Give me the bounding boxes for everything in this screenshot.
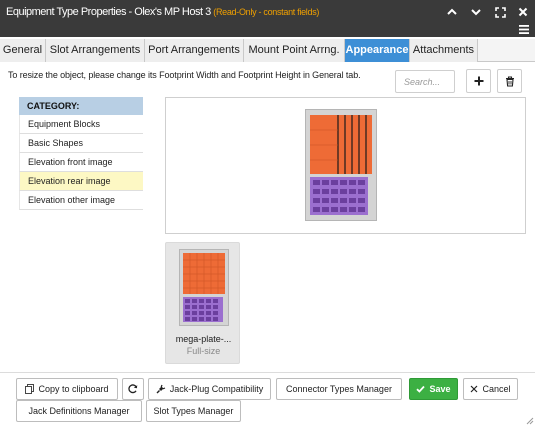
thumbnail-name: mega-plate-...	[175, 334, 232, 344]
preview-image	[305, 109, 377, 221]
tab-mount-point-arrangements[interactable]: Mount Point Arrng.	[244, 39, 345, 62]
close-icon[interactable]	[515, 4, 531, 20]
thumbnail-size: Full-size	[186, 346, 221, 356]
tab-attachments[interactable]: Attachments	[410, 39, 478, 62]
refresh-button[interactable]	[122, 378, 144, 400]
category-item-equipment-blocks[interactable]: Equipment Blocks	[19, 115, 143, 134]
category-item-basic-shapes[interactable]: Basic Shapes	[19, 134, 143, 153]
copy-to-clipboard-button[interactable]: Copy to clipboard	[16, 378, 118, 400]
trash-icon	[505, 75, 514, 87]
category-header: CATEGORY:	[19, 97, 143, 115]
thumbnail-image	[179, 249, 229, 326]
chevron-down-icon[interactable]	[468, 4, 484, 20]
image-preview-panel	[165, 97, 526, 234]
check-icon	[416, 385, 426, 393]
add-button[interactable]	[466, 69, 491, 93]
footer-divider	[0, 372, 535, 373]
save-button[interactable]: Save	[409, 378, 458, 400]
jack-plug-compatibility-button[interactable]: Jack-Plug Compatibility	[148, 378, 271, 400]
tab-slot-arrangements[interactable]: Slot Arrangements	[46, 39, 145, 62]
delete-button[interactable]	[497, 69, 522, 93]
save-label: Save	[429, 384, 451, 394]
title-bar: Equipment Type Properties - Olex's MP Ho…	[0, 0, 535, 37]
readonly-note: (Read-Only - constant fields)	[213, 7, 320, 17]
category-panel: CATEGORY: Equipment Blocks Basic Shapes …	[19, 97, 143, 210]
hamburger-menu-icon[interactable]	[516, 21, 532, 37]
cancel-label: Cancel	[482, 384, 511, 394]
window-title: Equipment Type Properties - Olex's MP Ho…	[6, 6, 319, 18]
maximize-icon[interactable]	[492, 4, 508, 20]
image-thumbnail-card[interactable]: mega-plate-... Full-size	[165, 242, 240, 364]
cancel-button[interactable]: Cancel	[463, 378, 518, 400]
category-item-elevation-rear-image[interactable]: Elevation rear image	[19, 172, 143, 191]
slot-types-manager-button[interactable]: Slot Types Manager	[146, 400, 241, 422]
jack-plug-compatibility-label: Jack-Plug Compatibility	[169, 384, 264, 394]
tab-appearance[interactable]: Appearance	[345, 39, 410, 62]
tab-bar: General Slot Arrangements Port Arrangeme…	[0, 39, 535, 62]
category-item-elevation-other-image[interactable]: Elevation other image	[19, 191, 143, 210]
copy-to-clipboard-label: Copy to clipboard	[38, 384, 109, 394]
window-title-text: Equipment Type Properties - Olex's MP Ho…	[6, 6, 211, 18]
search-input[interactable]	[395, 70, 455, 93]
chevron-up-icon[interactable]	[444, 4, 460, 20]
refresh-icon	[128, 384, 138, 394]
jack-definitions-manager-button[interactable]: Jack Definitions Manager	[16, 400, 142, 422]
close-icon	[471, 385, 478, 393]
plug-icon	[156, 384, 165, 394]
resize-grip-icon[interactable]	[524, 415, 534, 425]
copy-icon	[25, 384, 35, 394]
tab-port-arrangements[interactable]: Port Arrangements	[145, 39, 244, 62]
category-item-elevation-front-image[interactable]: Elevation front image	[19, 153, 143, 172]
plus-icon	[474, 76, 483, 86]
resize-hint: To resize the object, please change its …	[8, 70, 361, 80]
tab-general[interactable]: General	[0, 39, 46, 62]
connector-types-manager-button[interactable]: Connector Types Manager	[276, 378, 402, 400]
